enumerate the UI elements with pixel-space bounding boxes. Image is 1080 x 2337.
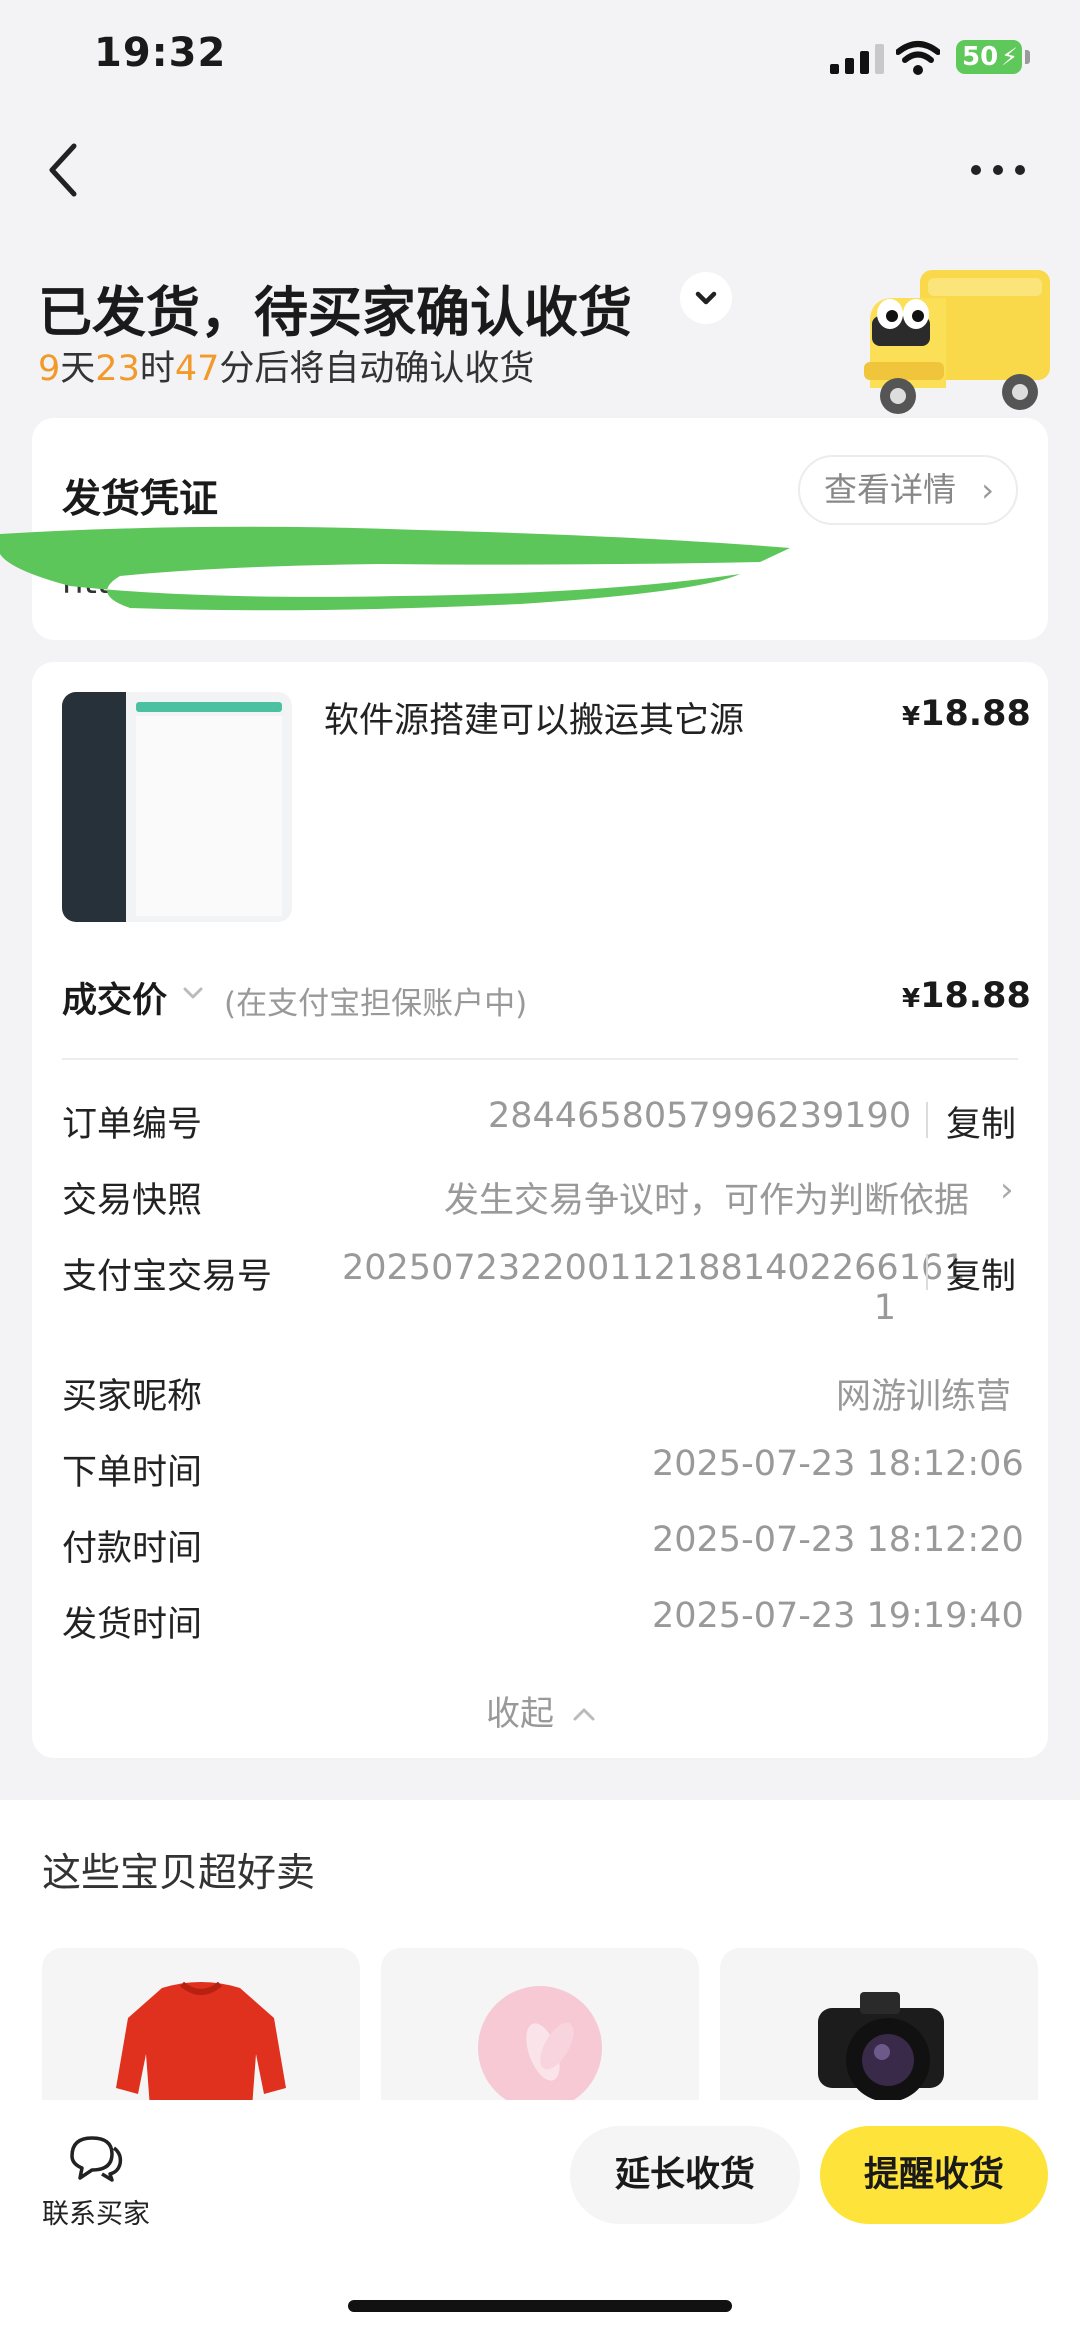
ship-time-value: 2025-07-23 19:19:40 xyxy=(652,1596,1024,1636)
battery-indicator: 50 ⚡ xyxy=(956,40,1030,74)
collapse-button[interactable]: 收起 xyxy=(486,1686,597,1735)
alipay-trade-no-value: 2025072322001121881402266161 1 xyxy=(342,1248,966,1328)
view-details-button[interactable]: 查看详情 › xyxy=(798,455,1018,525)
deal-price: ¥18.88 xyxy=(902,976,1031,1016)
deal-price-label[interactable]: 成交价 xyxy=(62,972,167,1023)
more-options-icon[interactable] xyxy=(968,158,1028,182)
chevron-up-icon xyxy=(573,1708,595,1721)
back-arrow-icon[interactable] xyxy=(44,140,84,200)
copy-alipay-no-button[interactable]: 复制 xyxy=(946,1248,1016,1299)
item-title[interactable]: 软件源搭建可以搬运其它源 xyxy=(324,692,744,743)
status-expand-chevron-icon[interactable] xyxy=(680,272,732,324)
item-price: ¥18.88 xyxy=(902,694,1031,734)
home-indicator[interactable] xyxy=(348,2300,732,2312)
ship-time-label: 发货时间 xyxy=(62,1605,203,1645)
chat-bubble-icon[interactable] xyxy=(64,2132,124,2184)
order-time-label: 下单时间 xyxy=(62,1453,203,1493)
escrow-note: (在支付宝担保账户中) xyxy=(224,986,528,1022)
alipay-trade-no-label: 支付宝交易号 xyxy=(62,1257,273,1297)
snapshot-value[interactable]: 发生交易争议时，可作为判断依据 xyxy=(444,1172,969,1223)
charging-bolt-icon: ⚡ xyxy=(1001,43,1018,71)
chevron-right-icon: › xyxy=(981,471,994,509)
chevron-right-icon[interactable]: › xyxy=(1000,1170,1014,1210)
pay-time-value: 2025-07-23 18:12:20 xyxy=(652,1520,1024,1560)
copy-separator xyxy=(926,1254,928,1290)
order-number-value: 2844658057996239190 xyxy=(488,1096,912,1136)
battery-level: 50 xyxy=(962,42,999,72)
extend-receipt-button[interactable]: 延长收货 xyxy=(570,2126,800,2224)
auto-confirm-countdown: 9天23时47分后将自动确认收货 xyxy=(38,349,535,389)
status-time: 19:32 xyxy=(94,30,227,76)
divider xyxy=(62,1058,1018,1060)
snapshot-label[interactable]: 交易快照 xyxy=(62,1172,202,1223)
contact-buyer-label[interactable]: 联系买家 xyxy=(42,2192,150,2231)
pay-time-label: 付款时间 xyxy=(62,1529,203,1569)
remind-receipt-button[interactable]: 提醒收货 xyxy=(820,2126,1048,2224)
order-number-label: 订单编号 xyxy=(62,1105,203,1145)
item-thumbnail[interactable] xyxy=(62,692,292,922)
recommendations-title: 这些宝贝超好卖 xyxy=(42,1851,316,1896)
buyer-nickname-label: 买家昵称 xyxy=(62,1377,203,1417)
chevron-down-icon[interactable] xyxy=(180,980,206,1006)
redaction-scribble xyxy=(0,526,790,611)
copy-order-number-button[interactable]: 复制 xyxy=(946,1096,1016,1147)
page-title: 已发货，待买家确认收货 xyxy=(38,281,632,344)
cellular-signal-icon xyxy=(830,44,884,74)
copy-separator xyxy=(926,1102,928,1138)
order-time-value: 2025-07-23 18:12:06 xyxy=(652,1444,1024,1484)
delivery-truck-illustration xyxy=(864,270,1050,414)
wifi-icon xyxy=(896,41,940,75)
buyer-nickname-value: 网游训练营 xyxy=(836,1377,1012,1417)
